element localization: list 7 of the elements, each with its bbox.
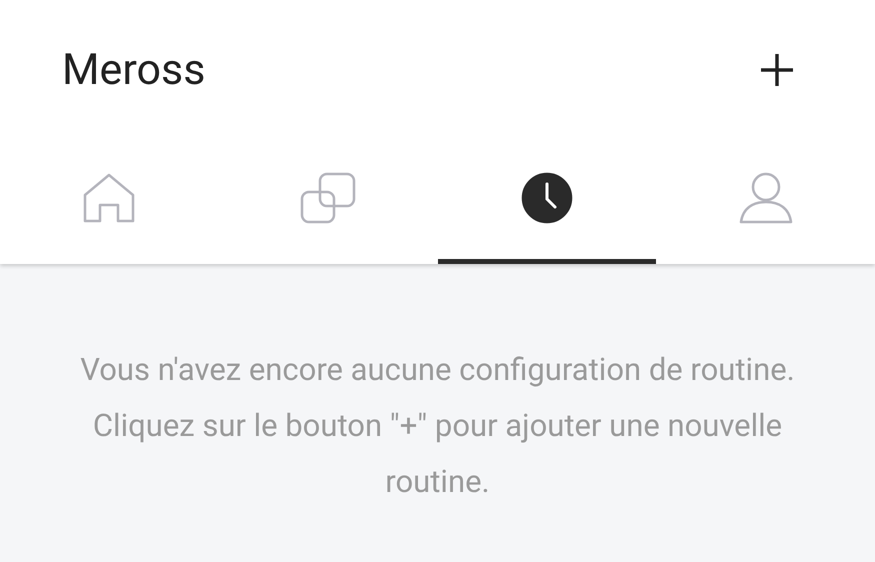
profile-icon bbox=[738, 172, 793, 224]
app-title: Meross bbox=[62, 45, 206, 95]
clock-icon bbox=[520, 172, 573, 224]
home-icon bbox=[82, 172, 136, 222]
empty-message: Vous n'avez encore aucune configuration de routine. Cliquez sur le bouton "+" pour ajouter une nouvelle routine. bbox=[79, 350, 796, 502]
devices-icon bbox=[300, 172, 356, 224]
add-button[interactable] bbox=[759, 52, 795, 88]
